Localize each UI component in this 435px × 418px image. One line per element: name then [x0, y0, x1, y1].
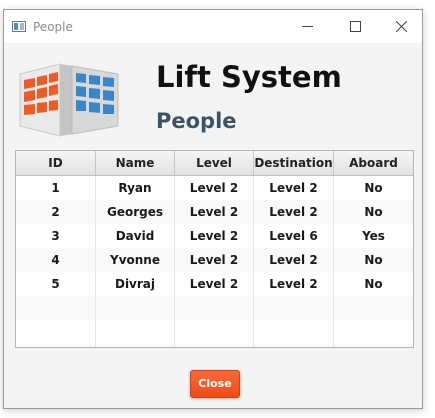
cell-empty: [254, 296, 334, 320]
close-button[interactable]: Close: [190, 370, 240, 398]
cell-empty: [334, 344, 413, 347]
cell-name: David: [96, 224, 175, 248]
column-header-aboard[interactable]: Aboard: [334, 151, 413, 175]
table-row-empty: [16, 320, 413, 344]
cell-destination: Level 2: [254, 272, 334, 296]
minimize-button[interactable]: [284, 10, 330, 43]
cell-empty: [96, 344, 175, 347]
cell-id: 1: [16, 176, 96, 200]
cell-id: 2: [16, 200, 96, 224]
cell-empty: [175, 344, 254, 347]
cell-empty: [16, 296, 96, 320]
cell-name: Yvonne: [96, 248, 175, 272]
table-body: 1 Ryan Level 2 Level 2 No 2 Georges Leve…: [16, 176, 413, 347]
table-row[interactable]: 5 Divraj Level 2 Level 2 No: [16, 272, 413, 296]
table-row[interactable]: 4 Yvonne Level 2 Level 2 No: [16, 248, 413, 272]
people-table[interactable]: ID Name Level Destination Aboard 1 Ryan …: [15, 150, 414, 348]
cell-aboard: No: [364, 181, 383, 195]
cell-empty: [175, 320, 254, 344]
cell-aboard: Yes: [362, 229, 385, 243]
table-row[interactable]: 2 Georges Level 2 Level 2 No: [16, 200, 413, 224]
column-header-id[interactable]: ID: [16, 151, 96, 175]
cell-aboard: No: [364, 253, 383, 267]
cell-aboard: No: [364, 277, 383, 291]
cell-id: 5: [16, 272, 96, 296]
cell-name: Georges: [96, 200, 175, 224]
cell-aboard: No: [364, 205, 383, 219]
cell-id: 3: [16, 224, 96, 248]
cell-level: Level 2: [175, 272, 254, 296]
cell-level: Level 2: [175, 200, 254, 224]
minimize-icon: [301, 26, 313, 27]
table-row-empty: [16, 296, 413, 320]
cell-empty: [96, 296, 175, 320]
cell-level: Level 2: [175, 176, 254, 200]
cell-level: Level 2: [175, 224, 254, 248]
column-header-level[interactable]: Level: [175, 151, 254, 175]
close-icon: [395, 21, 407, 32]
cell-destination: Level 2: [254, 176, 334, 200]
cell-empty: [254, 320, 334, 344]
cell-empty: [254, 344, 334, 347]
table-row[interactable]: 3 David Level 2 Level 6 Yes: [16, 224, 413, 248]
cell-id: 4: [16, 248, 96, 272]
people-window: People Lift System People ID Name Level …: [3, 9, 423, 409]
column-header-destination[interactable]: Destination: [254, 151, 334, 175]
table-header: ID Name Level Destination Aboard: [16, 151, 413, 176]
maximize-button[interactable]: [332, 10, 378, 43]
cell-empty: [16, 344, 96, 347]
cell-name: Divraj: [96, 272, 175, 296]
cell-destination: Level 2: [254, 248, 334, 272]
page-subtitle: People: [156, 109, 237, 133]
cell-empty: [334, 320, 413, 344]
window-title: People: [33, 20, 73, 34]
cell-name: Ryan: [96, 176, 175, 200]
cell-empty: [16, 320, 96, 344]
close-window-button[interactable]: [378, 10, 424, 43]
app-title: Lift System: [156, 60, 342, 94]
cell-level: Level 2: [175, 248, 254, 272]
table-row-empty: [16, 344, 413, 347]
cell-empty: [96, 320, 175, 344]
table-row[interactable]: 1 Ryan Level 2 Level 2 No: [16, 176, 413, 200]
app-icon: [12, 21, 26, 32]
cell-empty: [175, 296, 254, 320]
title-bar[interactable]: People: [4, 10, 422, 43]
cell-destination: Level 2: [254, 200, 334, 224]
maximize-icon: [349, 21, 361, 32]
column-header-name[interactable]: Name: [96, 151, 175, 175]
cell-empty: [334, 296, 413, 320]
cell-destination: Level 6: [254, 224, 334, 248]
building-logo: [19, 63, 119, 137]
